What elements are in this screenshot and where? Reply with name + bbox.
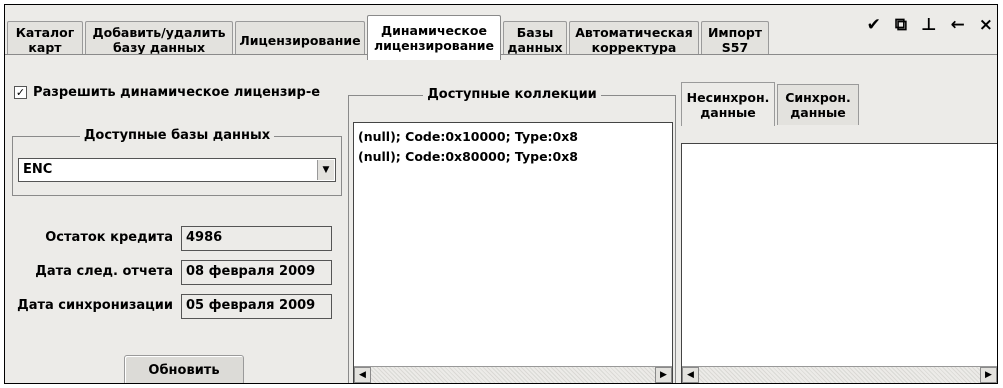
enable-dynamic-licensing-row[interactable]: ✓ Разрешить динамическое лицензир-е bbox=[14, 85, 320, 100]
app-window: Каталог карт Добавить/удалить базу данны… bbox=[4, 4, 998, 384]
tab-content: ✓ Разрешить динамическое лицензир-е Дост… bbox=[5, 54, 997, 383]
enable-dynamic-licensing-label: Разрешить динамическое лицензир-е bbox=[33, 85, 321, 100]
enable-dynamic-licensing-checkbox[interactable]: ✓ bbox=[14, 86, 27, 99]
back-arrow-icon[interactable]: ← bbox=[951, 15, 965, 35]
scroll-right-icon[interactable]: ▶ bbox=[655, 367, 672, 383]
tab-synced-data[interactable]: Синхрон. данные bbox=[777, 84, 859, 125]
sync-data-list[interactable]: ◀ ▶ bbox=[681, 143, 997, 383]
tab-dynamic-licensing[interactable]: Динамическое лицензирование bbox=[367, 15, 501, 60]
available-collections-legend: Доступные коллекции bbox=[423, 87, 601, 102]
database-select[interactable]: ENC ▼ bbox=[18, 158, 336, 182]
refresh-button[interactable]: Обновить bbox=[124, 355, 244, 383]
tab-strip: Каталог карт Добавить/удалить базу данны… bbox=[5, 5, 997, 60]
tab-databases[interactable]: Базы данных bbox=[503, 21, 567, 58]
scroll-right-icon[interactable]: ▶ bbox=[980, 367, 997, 383]
next-report-label: Дата след. отчета bbox=[35, 264, 173, 279]
tab-chart-catalog[interactable]: Каталог карт bbox=[7, 21, 83, 58]
pin-tool-icon[interactable]: ✔ bbox=[867, 15, 881, 35]
collections-horizontal-scrollbar[interactable]: ◀ ▶ bbox=[354, 366, 672, 383]
sync-horizontal-scrollbar[interactable]: ◀ ▶ bbox=[682, 366, 997, 383]
credit-field: 4986 bbox=[181, 226, 332, 251]
scroll-left-icon[interactable]: ◀ bbox=[354, 367, 371, 383]
list-item[interactable]: (null); Code:0x10000; Type:0x8 bbox=[354, 127, 672, 147]
restore-window-icon[interactable]: ⧉ bbox=[895, 15, 907, 35]
tab-auto-correction[interactable]: Автоматическая корректура bbox=[569, 21, 699, 58]
available-databases-group: Доступные базы данных ENC ▼ bbox=[12, 128, 342, 196]
dock-icon[interactable]: ⊥ bbox=[921, 15, 937, 35]
tab-add-remove-database[interactable]: Добавить/удалить базу данных bbox=[85, 21, 233, 58]
chevron-down-icon[interactable]: ▼ bbox=[317, 160, 334, 180]
database-select-value: ENC bbox=[23, 162, 53, 177]
scroll-left-icon[interactable]: ◀ bbox=[682, 367, 699, 383]
sync-date-label: Дата синхронизации bbox=[17, 298, 173, 313]
collections-list[interactable]: (null); Code:0x10000; Type:0x8 (null); C… bbox=[353, 122, 673, 383]
list-item[interactable]: (null); Code:0x80000; Type:0x8 bbox=[354, 147, 672, 167]
window-controls: ✔ ⧉ ⊥ ← × bbox=[867, 15, 993, 35]
available-databases-legend: Доступные базы данных bbox=[79, 128, 275, 143]
tab-import-s57[interactable]: Импорт S57 bbox=[701, 21, 769, 58]
tab-licensing[interactable]: Лицензирование bbox=[235, 21, 365, 58]
sync-date-field: 05 февраля 2009 bbox=[181, 294, 332, 319]
tab-unsynced-data[interactable]: Несинхрон. данные bbox=[681, 82, 775, 126]
credit-label: Остаток кредита bbox=[45, 230, 173, 245]
close-icon[interactable]: × bbox=[979, 15, 993, 35]
next-report-field: 08 февраля 2009 bbox=[181, 260, 332, 285]
